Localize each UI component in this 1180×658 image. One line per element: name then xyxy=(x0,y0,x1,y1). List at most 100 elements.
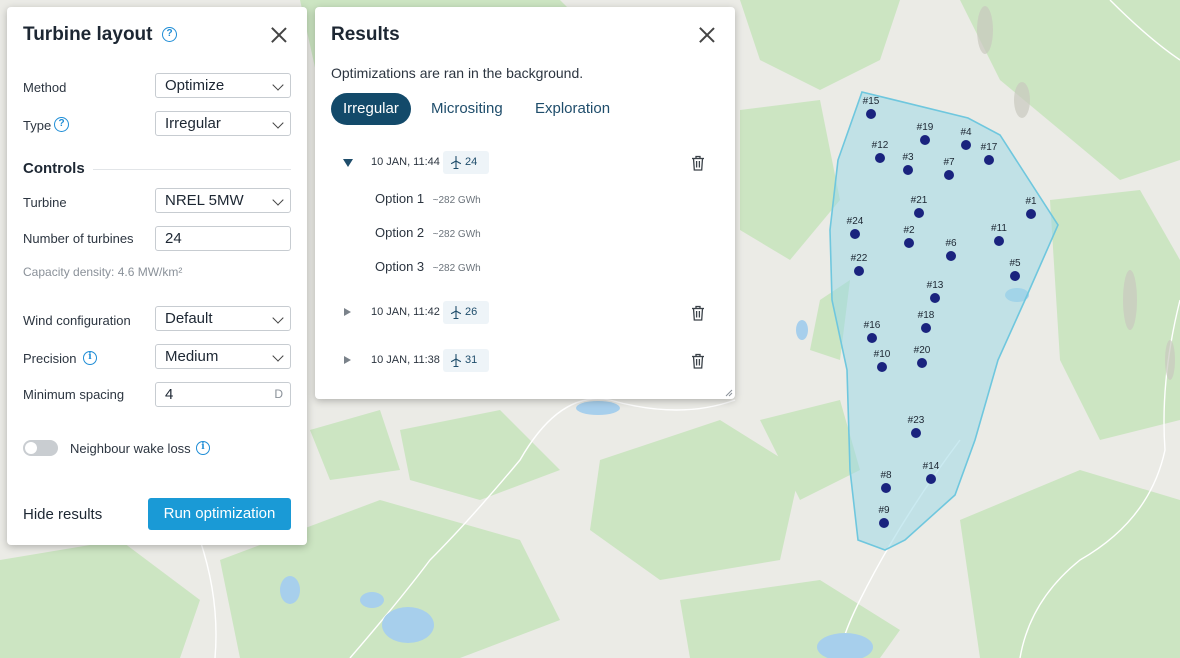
trash-icon[interactable] xyxy=(691,353,705,369)
toggle-knob xyxy=(25,442,37,454)
neighbour-wake-loss-toggle[interactable] xyxy=(23,440,58,456)
neighbour-wake-loss-label: Neighbour wake loss xyxy=(70,441,191,456)
turbine-label: #8 xyxy=(880,470,892,481)
turbine-icon xyxy=(450,156,462,169)
type-select[interactable]: Irregular xyxy=(155,111,291,136)
turbine-icon xyxy=(450,354,462,367)
turbine-select[interactable]: NREL 5MW xyxy=(155,188,291,213)
wind-configuration-select[interactable]: Default xyxy=(155,306,291,331)
help-icon[interactable]: ? xyxy=(162,27,177,42)
turbine-dot[interactable] xyxy=(867,333,877,343)
tab-exploration[interactable]: Exploration xyxy=(523,93,622,125)
turbine-dot[interactable] xyxy=(944,170,954,180)
turbine-dot[interactable] xyxy=(911,428,921,438)
turbine-dot[interactable] xyxy=(879,518,889,528)
run-date: 10 JAN, 11:38 xyxy=(371,354,440,366)
turbine-count: 24 xyxy=(465,156,478,168)
turbine-dot[interactable] xyxy=(994,236,1004,246)
results-subtitle: Optimizations are ran in the background. xyxy=(331,65,584,81)
type-label: Type xyxy=(23,118,52,133)
close-icon[interactable] xyxy=(269,25,289,45)
turbine-dot[interactable] xyxy=(920,135,930,145)
turbine-label: #15 xyxy=(863,96,880,107)
turbine-dot[interactable] xyxy=(854,266,864,276)
option-row[interactable]: Option 2 ~282 GWh xyxy=(375,224,481,242)
turbine-dot[interactable] xyxy=(930,293,940,303)
turbine-label: #13 xyxy=(927,280,944,291)
turbine-dot[interactable] xyxy=(984,155,994,165)
turbine-label: #17 xyxy=(981,142,998,153)
option-row[interactable]: Option 1 ~282 GWh xyxy=(375,190,481,208)
turbine-dot[interactable] xyxy=(946,251,956,261)
trash-icon[interactable] xyxy=(691,155,705,171)
panel-title: Results xyxy=(331,24,400,45)
precision-select[interactable]: Medium xyxy=(155,344,291,369)
turbine-label: #5 xyxy=(1009,258,1021,269)
resize-handle-icon[interactable] xyxy=(725,389,733,397)
collapse-icon[interactable] xyxy=(343,159,353,167)
tab-irregular[interactable]: Irregular xyxy=(331,93,411,125)
expand-icon[interactable] xyxy=(344,308,351,316)
turbine-label: #3 xyxy=(902,152,914,163)
method-select[interactable]: Optimize xyxy=(155,73,291,98)
chevron-down-icon xyxy=(272,79,284,91)
run-date: 10 JAN, 11:44 xyxy=(371,156,440,168)
turbine-count: 31 xyxy=(465,354,478,366)
option-energy: ~282 GWh xyxy=(432,229,481,240)
turbine-dot[interactable] xyxy=(850,229,860,239)
info-icon[interactable]: i xyxy=(196,441,210,455)
option-label: Option 2 xyxy=(375,225,425,240)
turbine-label: #23 xyxy=(908,415,925,426)
turbine-dot[interactable] xyxy=(903,165,913,175)
hide-results-button[interactable]: Hide results xyxy=(23,506,102,523)
turbine-layout-panel: Turbine layout ? Method Optimize Type ? … xyxy=(7,7,307,545)
turbine-label: #6 xyxy=(945,238,957,249)
run-row[interactable]: 10 JAN, 11:44 24 xyxy=(331,151,719,175)
help-icon[interactable]: ? xyxy=(54,117,69,132)
turbine-label: #14 xyxy=(923,461,940,472)
turbine-dot[interactable] xyxy=(917,358,927,368)
wind-configuration-label: Wind configuration xyxy=(23,313,131,328)
run-row[interactable]: 10 JAN, 11:38 31 xyxy=(331,349,719,373)
turbine-count: 26 xyxy=(465,306,478,318)
trash-icon[interactable] xyxy=(691,305,705,321)
turbine-label: #24 xyxy=(847,216,864,227)
run-row[interactable]: 10 JAN, 11:42 26 xyxy=(331,301,719,325)
info-icon[interactable]: i xyxy=(83,351,97,365)
turbine-value: NREL 5MW xyxy=(165,192,244,209)
run-optimization-button[interactable]: Run optimization xyxy=(148,498,291,530)
minimum-spacing-input[interactable]: 4 D xyxy=(155,382,291,407)
option-row[interactable]: Option 3 ~282 GWh xyxy=(375,258,481,276)
turbine-count-badge: 24 xyxy=(443,151,489,174)
turbine-label: #19 xyxy=(917,122,934,133)
turbine-dot[interactable] xyxy=(881,483,891,493)
turbine-label: #16 xyxy=(864,320,881,331)
precision-value: Medium xyxy=(165,348,219,365)
turbine-dot[interactable] xyxy=(1010,271,1020,281)
turbine-label: #4 xyxy=(960,127,972,138)
turbine-label: #20 xyxy=(914,345,931,356)
turbine-dot[interactable] xyxy=(904,238,914,248)
option-label: Option 3 xyxy=(375,259,425,274)
expand-icon[interactable] xyxy=(344,356,351,364)
controls-heading: Controls xyxy=(23,160,85,177)
turbine-label: #11 xyxy=(991,223,1007,234)
number-of-turbines-input[interactable]: 24 xyxy=(155,226,291,251)
turbine-dot[interactable] xyxy=(1026,209,1036,219)
type-value: Irregular xyxy=(165,115,221,132)
turbine-label: #9 xyxy=(878,505,890,516)
turbine-dot[interactable] xyxy=(877,362,887,372)
turbine-dot[interactable] xyxy=(866,109,876,119)
method-label: Method xyxy=(23,80,67,95)
turbine-dot[interactable] xyxy=(926,474,936,484)
minimum-spacing-label: Minimum spacing xyxy=(23,387,125,402)
panel-title: Turbine layout xyxy=(23,24,153,45)
turbine-dot[interactable] xyxy=(875,153,885,163)
close-icon[interactable] xyxy=(697,25,717,45)
turbine-dot[interactable] xyxy=(961,140,971,150)
turbine-dot[interactable] xyxy=(914,208,924,218)
turbine-dot[interactable] xyxy=(921,323,931,333)
option-label: Option 1 xyxy=(375,191,425,206)
number-of-turbines-label: Number of turbines xyxy=(23,231,134,246)
tab-micrositing[interactable]: Micrositing xyxy=(419,93,515,125)
